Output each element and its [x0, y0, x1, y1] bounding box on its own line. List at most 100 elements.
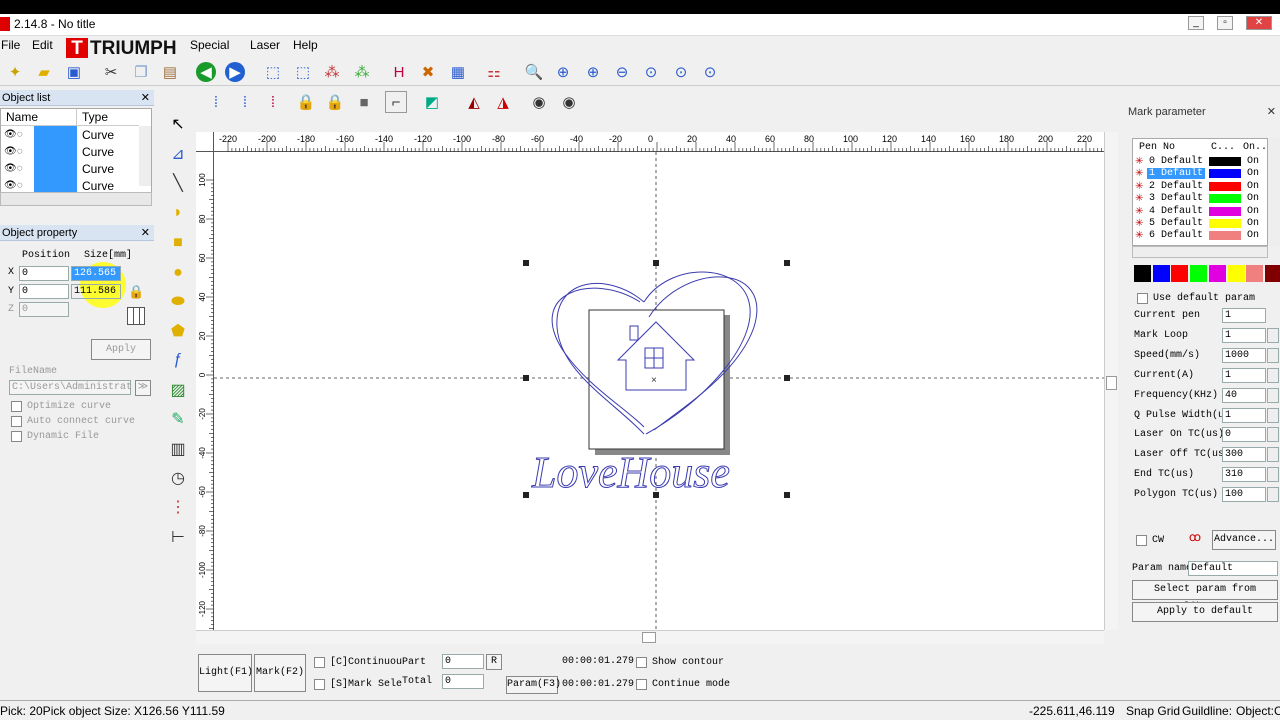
apply-button[interactable]: Apply: [91, 339, 151, 360]
list-item[interactable]: 👁◌: [4, 180, 23, 191]
cw-checkbox[interactable]: [1136, 535, 1147, 546]
status-guideline[interactable]: Guildline:: [1182, 704, 1232, 718]
bitmap-icon[interactable]: ▨: [168, 380, 188, 400]
apply-default-button[interactable]: Apply to default: [1132, 602, 1278, 622]
scroll-thumb[interactable]: [642, 632, 656, 643]
use-default-checkbox[interactable]: [1137, 293, 1148, 304]
reset-button[interactable]: R: [486, 654, 502, 670]
x-size-field[interactable]: 126.565: [71, 266, 121, 281]
mirror-v-icon[interactable]: ◮: [492, 91, 514, 113]
param-value-field[interactable]: 1: [1222, 407, 1266, 423]
close-icon[interactable]: ✕: [1267, 104, 1276, 120]
z-position-field[interactable]: 0: [19, 302, 69, 317]
lock-ratio-icon[interactable]: 🔒: [128, 284, 144, 300]
select-library-button[interactable]: Select param from library: [1132, 580, 1278, 613]
pen-row[interactable]: ✳ 2 Default On: [1135, 181, 1265, 193]
zoom-all-icon[interactable]: ⊙: [640, 61, 662, 83]
pen-row[interactable]: ✳ 0 Default On: [1135, 156, 1265, 168]
dynamic-checkbox[interactable]: [11, 431, 22, 442]
param-spinner[interactable]: [1267, 327, 1279, 343]
ellipse-icon[interactable]: ⬬: [168, 292, 188, 312]
mark-button[interactable]: Mark(F2): [254, 654, 306, 692]
param-spinner[interactable]: [1267, 407, 1279, 423]
wobble-icon[interactable]: ꝏ: [1180, 530, 1210, 548]
redo-icon[interactable]: ▶: [225, 62, 245, 82]
show-contour-checkbox[interactable]: [636, 657, 647, 668]
y-size-field[interactable]: 111.586: [71, 284, 121, 299]
param-value-field[interactable]: 1: [1222, 308, 1266, 323]
anchor-grid-icon[interactable]: [127, 307, 145, 325]
cut-icon[interactable]: ✂: [100, 61, 122, 83]
list-item[interactable]: 👁◌: [4, 129, 23, 140]
convert-icon[interactable]: ⚏: [483, 61, 505, 83]
param-spinner[interactable]: [1267, 447, 1279, 463]
zoom-in-icon[interactable]: ⊕: [582, 61, 604, 83]
zoom-select-icon[interactable]: ⊕: [552, 61, 574, 83]
param-spinner[interactable]: [1267, 367, 1279, 383]
lock-icon[interactable]: 🔒: [295, 91, 317, 113]
param-value-field[interactable]: 0: [1222, 427, 1266, 443]
menu-help[interactable]: Help: [293, 38, 318, 52]
menu-laser[interactable]: Laser: [250, 38, 280, 52]
palette-swatch[interactable]: [1208, 265, 1226, 282]
hatch-icon[interactable]: H: [388, 61, 410, 83]
split-icon[interactable]: ⁂: [351, 61, 373, 83]
mirror-h-icon[interactable]: ◭: [463, 91, 485, 113]
part-field[interactable]: 0: [442, 654, 484, 669]
col-name-header[interactable]: Name: [1, 109, 77, 126]
minimize-button[interactable]: _: [1188, 16, 1204, 30]
menu-file[interactable]: File: [1, 38, 20, 52]
palette-swatch[interactable]: [1190, 265, 1208, 282]
vector-icon[interactable]: ✎: [168, 409, 188, 429]
node-icon[interactable]: ⊿: [168, 144, 188, 164]
param-value-field[interactable]: 1: [1222, 327, 1266, 343]
scroll-thumb[interactable]: [1106, 376, 1117, 390]
align-center-icon[interactable]: ⁞: [234, 91, 256, 113]
autoconnect-checkbox[interactable]: [11, 416, 22, 427]
view2-icon[interactable]: ◉: [558, 91, 580, 113]
pen-row[interactable]: ✳ 1 Default On: [1135, 168, 1265, 180]
list-item[interactable]: 👁◌: [4, 146, 23, 157]
unlock-icon[interactable]: 🔒: [324, 91, 346, 113]
status-object[interactable]: Object:C: [1236, 704, 1280, 718]
zoom-icon[interactable]: 🔍: [523, 61, 545, 83]
pen-row[interactable]: ✳ 6 Default On: [1135, 230, 1265, 242]
continuous-checkbox[interactable]: [314, 657, 325, 668]
distribute-icon[interactable]: ⁞: [262, 91, 284, 113]
copy-icon[interactable]: ❐: [130, 61, 152, 83]
tools-icon[interactable]: ✖: [417, 61, 439, 83]
param-value-field[interactable]: 100: [1222, 487, 1266, 503]
zoom-page-icon[interactable]: ⊙: [699, 61, 721, 83]
param-spinner[interactable]: [1267, 467, 1279, 483]
advance-button[interactable]: Advance...: [1212, 530, 1276, 550]
open-icon[interactable]: ▰: [33, 61, 55, 83]
param-value-field[interactable]: 300: [1222, 447, 1266, 463]
pen-row[interactable]: ✳ 3 Default On: [1135, 193, 1265, 205]
menu-special[interactable]: Special: [190, 38, 229, 52]
view-icon[interactable]: ◉: [528, 91, 550, 113]
param-name-field[interactable]: Default: [1188, 561, 1278, 576]
close-button[interactable]: ✕: [1246, 16, 1272, 30]
pen-row[interactable]: ✳ 4 Default On: [1135, 206, 1265, 218]
browse-button[interactable]: ≫: [135, 380, 151, 396]
maximize-button[interactable]: ▫: [1217, 16, 1233, 30]
param-spinner[interactable]: [1267, 387, 1279, 403]
menu-edit[interactable]: Edit: [32, 38, 53, 52]
close-icon[interactable]: ✕: [141, 90, 150, 106]
line-icon[interactable]: ╲: [168, 173, 188, 193]
filename-field[interactable]: C:\Users\Administrat: [9, 380, 132, 395]
optimize-checkbox[interactable]: [11, 401, 22, 412]
zoom-out-icon[interactable]: ⊖: [611, 61, 633, 83]
pen-row[interactable]: ✳ 5 Default On: [1135, 218, 1265, 230]
lock-all-icon[interactable]: ■: [353, 91, 375, 113]
palette-swatch[interactable]: [1134, 265, 1151, 282]
canvas-hscrollbar[interactable]: [196, 630, 1104, 644]
node-edit-icon[interactable]: ⬚: [262, 61, 284, 83]
drawing-canvas[interactable]: LoveHouse ×: [214, 152, 1104, 630]
col-type-header[interactable]: Type: [77, 109, 139, 126]
grid-icon[interactable]: ⌐: [385, 91, 407, 113]
light-button[interactable]: Light(F1): [198, 654, 253, 692]
continue-mode-checkbox[interactable]: [636, 679, 647, 690]
palette-swatch[interactable]: [1171, 265, 1189, 282]
combine-icon[interactable]: ⁂: [321, 61, 343, 83]
